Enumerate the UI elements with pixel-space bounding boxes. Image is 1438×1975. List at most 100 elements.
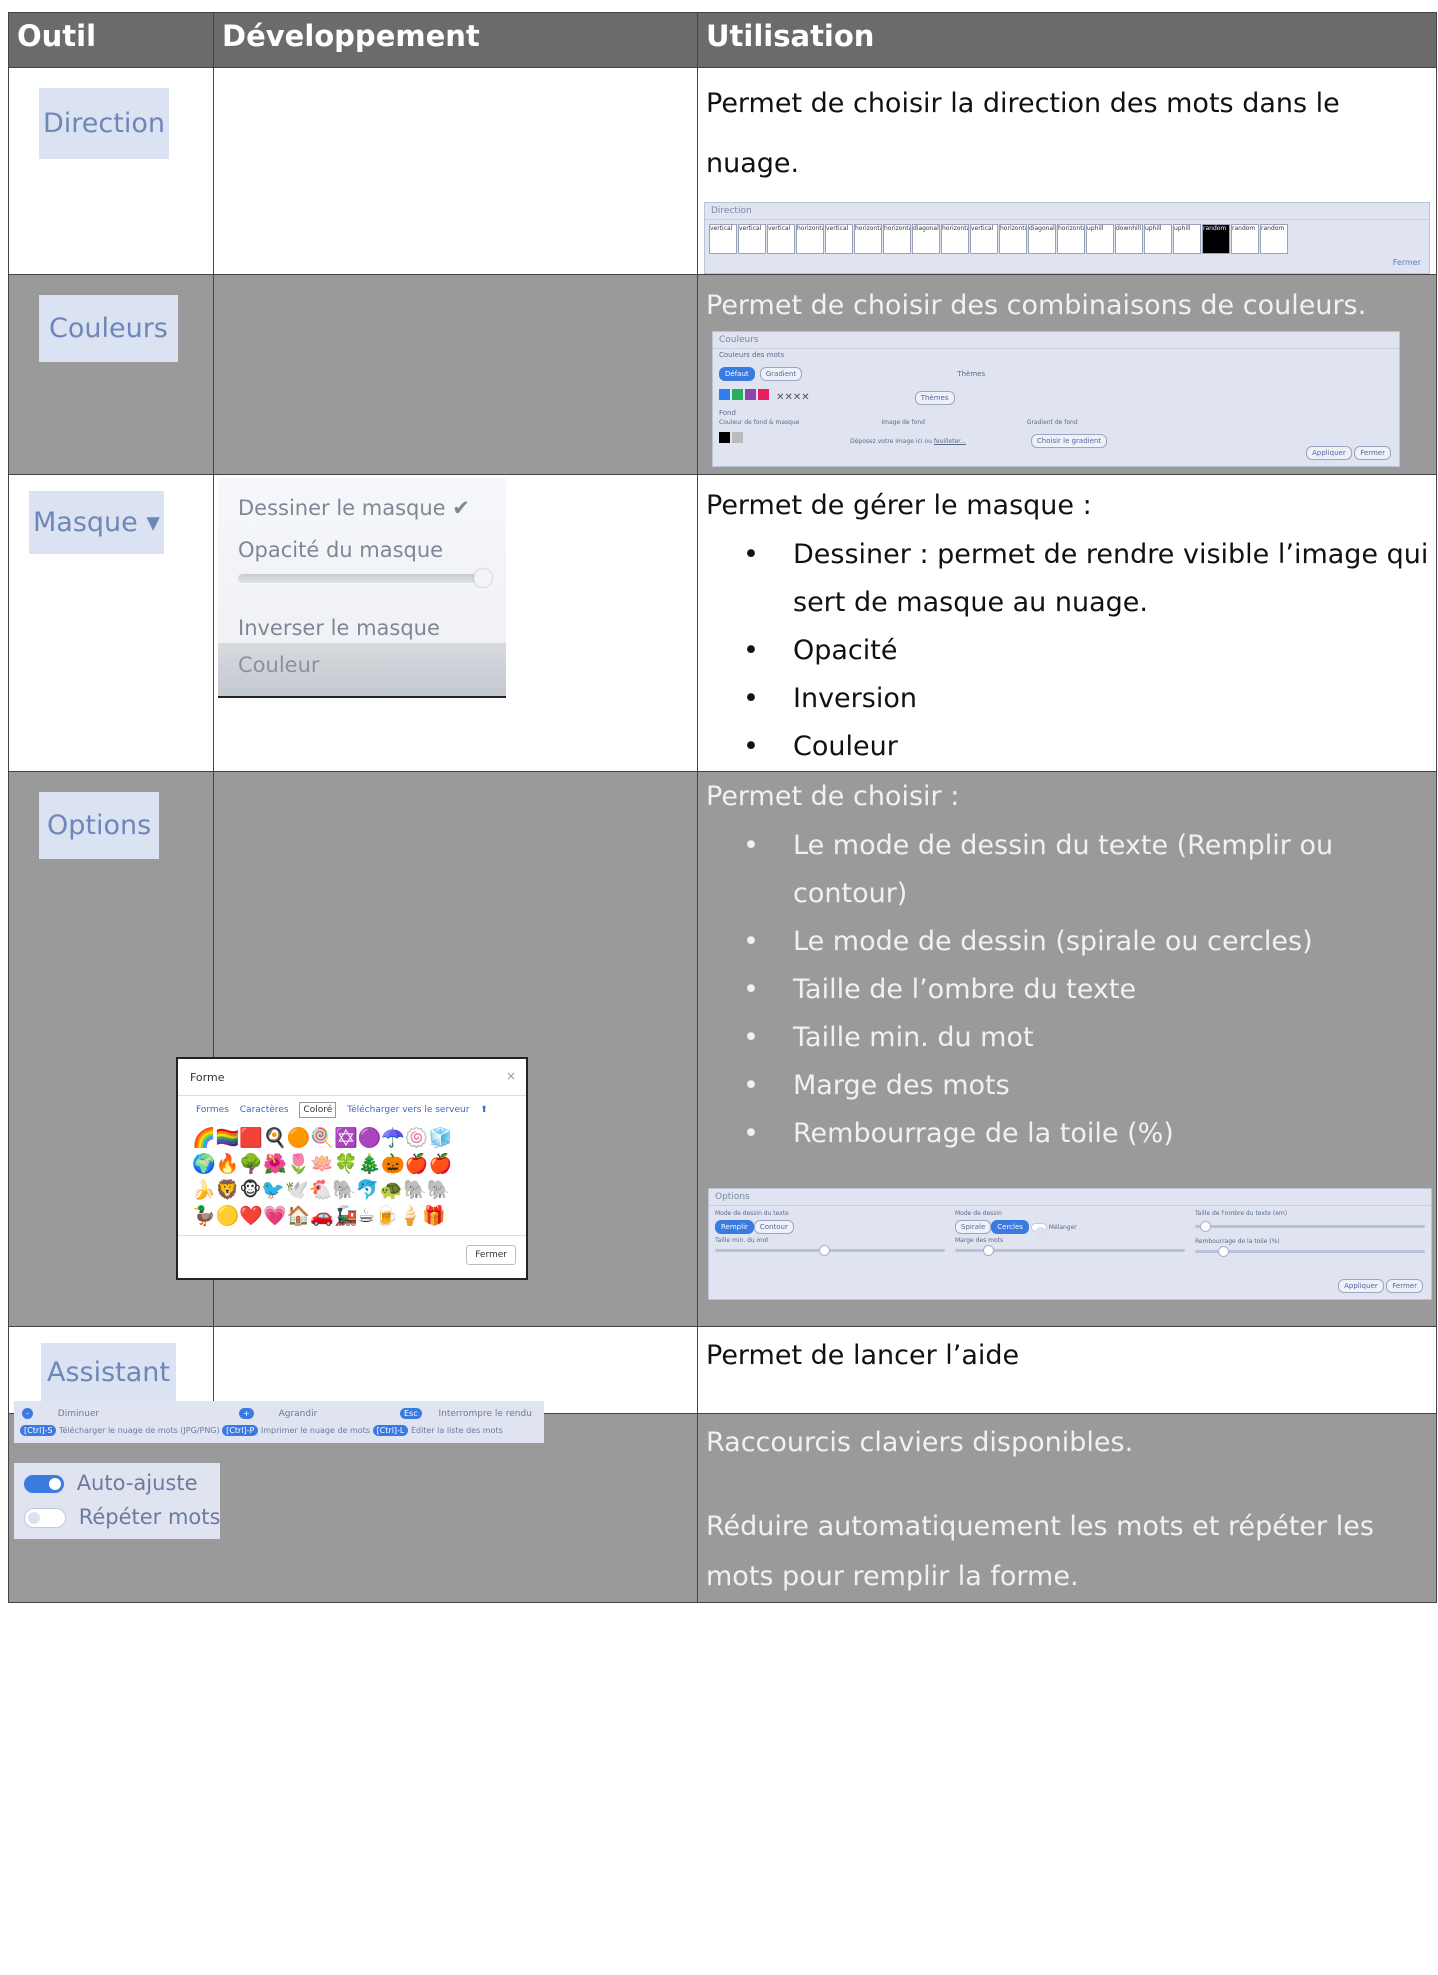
- masque-button[interactable]: Masque ▾: [29, 491, 164, 554]
- opt-margin-slider[interactable]: [955, 1245, 1185, 1256]
- direction-tile[interactable]: vertical: [767, 224, 795, 254]
- couleurs-themes-button[interactable]: Thèmes: [914, 391, 955, 405]
- slider-knob[interactable]: [474, 569, 492, 587]
- opt-text-mode-label: Mode de dessin du texte: [715, 1210, 789, 1217]
- couleurs-drop-zone[interactable]: Déposez votre image ici ou feuilleter...: [850, 438, 966, 445]
- key-ctrl-p-label: Imprimer le nuage de mots: [260, 1426, 371, 1435]
- couleurs-tab-default[interactable]: Défaut: [719, 367, 755, 381]
- forme-close-button[interactable]: Fermer: [466, 1245, 516, 1265]
- opt-fill-button[interactable]: Remplir: [715, 1220, 754, 1234]
- direction-tiles: vertical vertical vertical horizontalvertic…: [705, 220, 1429, 254]
- opt-min-size-slider[interactable]: [715, 1245, 945, 1256]
- couleurs-gradient-label: Gradient de fond: [1026, 419, 1078, 426]
- key-plus-label: Agrandir: [278, 1409, 318, 1419]
- direction-tile[interactable]: horizontal: [1057, 224, 1085, 254]
- couleurs-apply-button[interactable]: Appliquer: [1306, 446, 1352, 460]
- options-button[interactable]: Options: [39, 792, 160, 859]
- direction-tile[interactable]: uphill: [1144, 224, 1172, 254]
- masque-usage: Permet de gérer le masque :: [706, 490, 1092, 521]
- options-list: Le mode de dessin du texte (Remplir ou c…: [699, 822, 1436, 1158]
- opt-draw-mode-label: Mode de dessin: [955, 1210, 1002, 1217]
- couleurs-button[interactable]: Couleurs: [39, 295, 178, 362]
- menu-invert-mask[interactable]: Inverser le masque: [238, 616, 440, 640]
- direction-tile[interactable]: horizontal: [941, 224, 969, 254]
- direction-tile[interactable]: diagonal: [912, 224, 940, 254]
- options-dialog: Options Mode de dessin du texte Remplir C…: [708, 1188, 1432, 1300]
- key-minus-label: Diminuer: [57, 1409, 100, 1419]
- auto-fit-toggle[interactable]: [24, 1475, 64, 1493]
- direction-dialog-close[interactable]: Fermer: [1393, 258, 1421, 267]
- opt-padding-label: Rembourrage de la toile (%): [1195, 1238, 1280, 1245]
- tab-caracteres[interactable]: Caractères: [240, 1105, 289, 1115]
- direction-tile[interactable]: uphill: [1173, 224, 1201, 254]
- empty-swatches[interactable]: ✕✕✕✕: [776, 392, 810, 403]
- couleurs-dialog-title: Couleurs: [713, 332, 1399, 349]
- tab-upload[interactable]: Télécharger vers le serveur ⬆: [347, 1105, 496, 1115]
- menu-color[interactable]: Couleur: [238, 653, 320, 677]
- direction-tile[interactable]: vertical: [709, 224, 737, 254]
- assistant-button[interactable]: Assistant: [41, 1343, 177, 1402]
- direction-dialog: Direction vertical vertical vertical horizo…: [704, 202, 1430, 274]
- bg-swatch-black[interactable]: [719, 432, 730, 443]
- opt-padding-slider[interactable]: [1195, 1246, 1425, 1257]
- mask-opacity-slider[interactable]: [238, 569, 492, 587]
- direction-tile[interactable]: horizontal: [796, 224, 824, 254]
- couleurs-close-button[interactable]: Fermer: [1354, 446, 1391, 460]
- direction-tile[interactable]: random: [1260, 224, 1288, 254]
- forme-tabs: Formes Caractères Coloré Télécharger ver…: [196, 1102, 504, 1118]
- masque-item: Inversion: [743, 675, 1436, 723]
- masque-list: Dessiner : permet de rendre visible l’im…: [699, 531, 1436, 771]
- options-apply-button[interactable]: Appliquer: [1338, 1279, 1384, 1293]
- opt-spiral-button[interactable]: Spirale: [955, 1220, 992, 1234]
- couleurs-tab-gradient[interactable]: Gradient: [759, 367, 803, 381]
- options-dialog-title: Options: [709, 1189, 1431, 1206]
- couleurs-section-words: Couleurs des mots: [719, 351, 785, 359]
- direction-tile[interactable]: horizontal: [854, 224, 882, 254]
- tab-colore[interactable]: Coloré: [299, 1102, 337, 1118]
- emoji-grid: 🌈🏳️‍🌈🟥🍳🟠🍭✡️🟣☂️🍥🧊 🌍🔥🌳🌺🌷🪷🍀🎄🎃🍎🍎 🍌🦁🐵🐦🕊️🐔🐘🐬🐢🐘…: [192, 1125, 452, 1229]
- emoji-row[interactable]: 🦆🟡❤️💗🏠🚗🚂☕🍺🍦🎁: [192, 1203, 452, 1229]
- key-ctrl-l: [Ctrl]-L: [372, 1425, 409, 1436]
- opt-contour-button[interactable]: Contour: [753, 1220, 794, 1234]
- emoji-row[interactable]: 🍌🦁🐵🐦🕊️🐔🐘🐬🐢🐘🐘: [192, 1177, 452, 1203]
- direction-tile[interactable]: random: [1231, 224, 1259, 254]
- tab-formes[interactable]: Formes: [196, 1105, 229, 1115]
- options-item: Le mode de dessin (spirale ou cercles): [743, 918, 1436, 966]
- menu-mask-opacity: Opacité du masque: [238, 538, 444, 562]
- opt-min-size-label: Taille min. du mot: [715, 1237, 769, 1244]
- opt-mix-toggle[interactable]: [1030, 1223, 1047, 1239]
- direction-tile[interactable]: downhill: [1115, 224, 1143, 254]
- bg-swatch-grey[interactable]: [732, 432, 743, 443]
- emoji-row[interactable]: 🌈🏳️‍🌈🟥🍳🟠🍭✡️🟣☂️🍥🧊: [192, 1125, 452, 1151]
- repeat-words-toggle[interactable]: [24, 1508, 66, 1528]
- key-ctrl-l-label: Éditer la liste des mots: [410, 1426, 503, 1435]
- direction-tile[interactable]: diagonal: [1028, 224, 1056, 254]
- direction-tile[interactable]: vertical: [825, 224, 853, 254]
- direction-tile[interactable]: uphill: [1086, 224, 1114, 254]
- direction-button[interactable]: Direction: [39, 88, 169, 159]
- opt-mix-label: Mélanger: [1048, 1224, 1077, 1231]
- masque-item: Opacité: [743, 627, 1436, 675]
- opt-shadow-label: Taille de l'ombre du texte (em): [1195, 1210, 1288, 1217]
- color-swatch[interactable]: [732, 389, 743, 400]
- options-close-button[interactable]: Fermer: [1386, 1279, 1423, 1293]
- color-swatch[interactable]: [745, 389, 756, 400]
- couleurs-bg-label: Couleur de fond & masque: [719, 419, 800, 426]
- color-swatch[interactable]: [758, 389, 769, 400]
- couleurs-gradient-button[interactable]: Choisir le gradient: [1030, 434, 1108, 448]
- direction-tile[interactable]: random: [1202, 224, 1230, 254]
- menu-color-row[interactable]: Couleur: [218, 643, 506, 698]
- emoji-row[interactable]: 🌍🔥🌳🌺🌷🪷🍀🎄🎃🍎🍎: [192, 1151, 452, 1177]
- direction-tile[interactable]: horizontal: [999, 224, 1027, 254]
- key-ctrl-s: [Ctrl]-S: [20, 1425, 57, 1436]
- opt-circles-button[interactable]: Cercles: [991, 1220, 1029, 1234]
- direction-tile[interactable]: horizontal: [883, 224, 911, 254]
- color-swatch[interactable]: [719, 389, 730, 400]
- header-developpement: Développement: [213, 12, 698, 68]
- close-icon[interactable]: ×: [506, 1069, 516, 1083]
- direction-tile[interactable]: vertical: [738, 224, 766, 254]
- options-item: Rembourrage de la toile (%): [743, 1110, 1436, 1158]
- menu-draw-mask[interactable]: Dessiner le masque ✔: [238, 496, 470, 520]
- opt-shadow-slider[interactable]: [1195, 1221, 1425, 1232]
- direction-tile[interactable]: vertical: [970, 224, 998, 254]
